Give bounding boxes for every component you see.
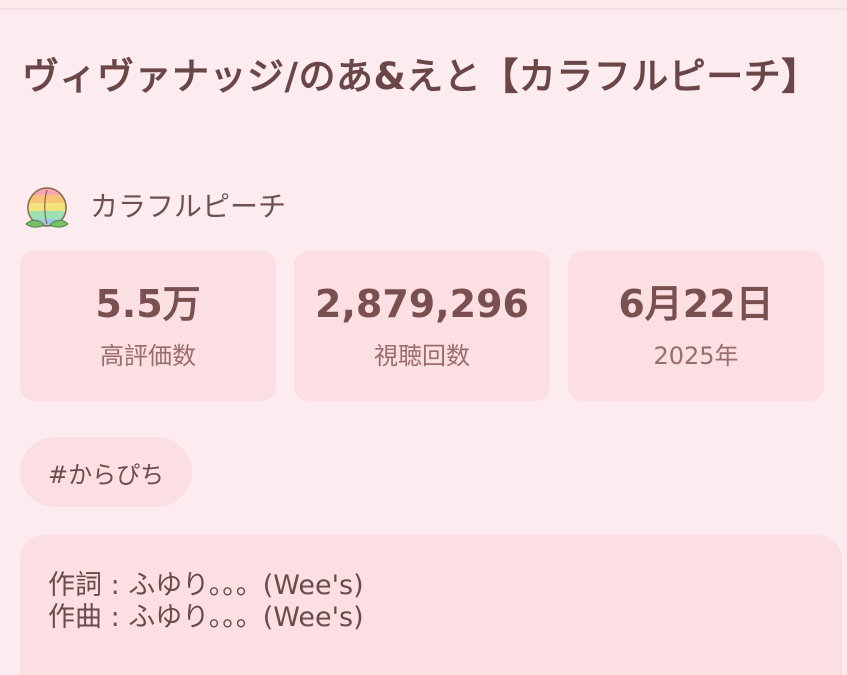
description-box[interactable]: 作詞 : ふゆり。。。(Wee's) 作曲 : ふゆり。。。(Wee's) [20,535,842,675]
views-label: 視聴回数 [374,341,470,370]
publish-date: 6月22日 [618,281,774,326]
peach-avatar-icon[interactable] [22,180,72,230]
likes-label: 高評価数 [100,341,196,370]
views-count: 2,879,296 [315,281,529,326]
top-divider [0,0,847,10]
video-title: ヴィヴァナッジ/のあ&えと【カラフルピーチ】 [22,55,819,98]
description-line: 作曲 : ふゆり。。。(Wee's) [48,602,364,633]
likes-count: 5.5万 [95,281,201,326]
channel-row[interactable]: カラフルピーチ [22,180,286,230]
date-stat-card: 6月22日 2025年 [568,251,824,401]
stats-row: 5.5万 高評価数 2,879,296 視聴回数 6月22日 2025年 [20,251,824,401]
likes-stat-card: 5.5万 高評価数 [20,251,276,401]
hashtag-chip[interactable]: #からぴち [20,437,193,507]
publish-year: 2025年 [653,341,739,370]
views-stat-card: 2,879,296 視聴回数 [294,251,550,401]
channel-name[interactable]: カラフルピーチ [90,185,286,225]
